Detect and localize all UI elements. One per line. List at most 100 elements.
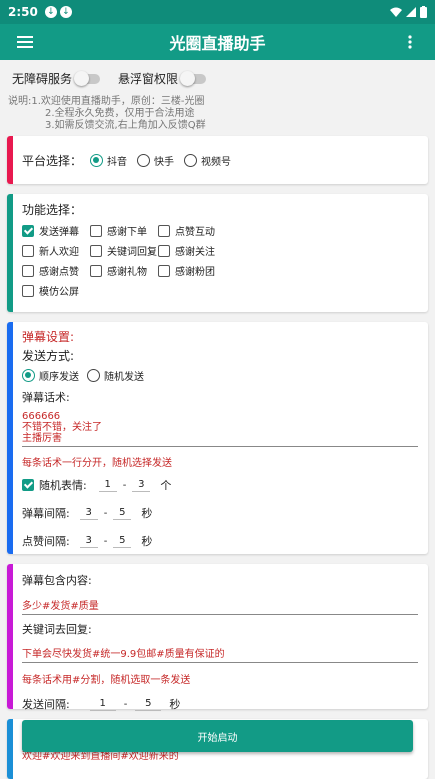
like-max-input[interactable]: 5: [113, 535, 132, 548]
card-accent: [7, 136, 13, 184]
status-time: 2:50: [8, 5, 38, 19]
description-line: 2.全程永久免费，仅用于合法用途: [45, 108, 195, 119]
function-checkbox[interactable]: [158, 264, 170, 277]
function-checkbox[interactable]: [158, 244, 170, 257]
function-checkbox[interactable]: [90, 264, 102, 277]
interval-max-input[interactable]: 5: [113, 507, 132, 520]
card-accent: [7, 194, 13, 312]
hamburger-icon: [17, 36, 33, 48]
start-button[interactable]: 开始启动: [22, 720, 413, 752]
platform-option-kuaishou[interactable]: 快手: [137, 153, 174, 168]
description-line: 3.如需反馈交流,右上角加入反馈Q群: [45, 120, 206, 131]
like-min-input[interactable]: 3: [79, 535, 98, 548]
function-label: 新人欢迎: [39, 247, 79, 258]
wifi-icon: [390, 7, 402, 17]
description: 说明:1.欢迎使用直播助手，原创：三楼-光圈 2.全程永久免费，仅用于合法用途 …: [8, 96, 206, 132]
overflow-menu-button[interactable]: [385, 35, 435, 49]
keyword-card: 弹幕包含内容: 多少#发货#质量 关键词去回复: 下单会尽快发货#统一9.9包邮…: [7, 564, 428, 711]
random-emoji-label: 随机表情:: [39, 479, 87, 492]
keyword-interval-min[interactable]: 1: [89, 698, 116, 711]
function-grid: 发送弹幕 感谢下单 点赞互动新人欢迎 关键词回复 感谢关注感谢点赞 感谢礼物 感谢粉团模仿公…: [22, 223, 428, 298]
function-item[interactable]: 感谢礼物: [90, 263, 158, 278]
emoji-min-input[interactable]: 1: [98, 479, 117, 492]
function-label: 模仿公屏: [39, 287, 79, 298]
function-item[interactable]: 关键词回复: [90, 243, 158, 258]
mode-random[interactable]: 随机发送: [87, 368, 144, 383]
platform-option-shipinhao[interactable]: 视频号: [184, 153, 231, 168]
description-line: 说明:1.欢迎使用直播助手，原创：三楼-光圈: [8, 96, 205, 107]
float-toggle-row: 悬浮窗权限: [118, 70, 207, 87]
float-perm-label: 悬浮窗权限: [118, 72, 179, 86]
function-label: 感谢礼物: [107, 267, 147, 278]
interval-min-input[interactable]: 3: [79, 507, 98, 520]
permissions-row: 无障碍服务 悬浮窗权限: [12, 70, 207, 87]
function-label: 感谢点赞: [39, 267, 79, 278]
status-bar: 2:50 ↓ ↓: [0, 0, 435, 24]
phrases-input[interactable]: 666666 不错不错，关注了 主播厉害: [22, 411, 418, 447]
card-accent: [7, 564, 13, 709]
function-label: 关键词回复: [107, 247, 157, 258]
random-emoji-checkbox[interactable]: [22, 479, 34, 491]
function-item[interactable]: 点赞互动: [158, 223, 238, 238]
danmu-title: 弹幕设置:: [22, 330, 75, 344]
menu-button[interactable]: [0, 36, 50, 48]
keyword-interval-max[interactable]: 5: [135, 698, 162, 711]
signal-icon: [406, 7, 416, 17]
float-perm-switch[interactable]: [180, 70, 207, 86]
like-interval-label: 点赞间隔:: [22, 535, 70, 548]
function-item[interactable]: 感谢关注: [158, 243, 238, 258]
function-row: 模仿公屏: [22, 283, 428, 298]
keyword-interval-label: 发送间隔:: [22, 698, 70, 711]
status-icons: [390, 6, 427, 18]
function-checkbox[interactable]: [22, 224, 34, 237]
function-item[interactable]: 感谢粉团: [158, 263, 238, 278]
function-row: 新人欢迎 关键词回复 感谢关注: [22, 243, 428, 258]
accessibility-toggle-row: 无障碍服务: [12, 70, 101, 87]
emoji-max-input[interactable]: 3: [132, 479, 151, 492]
function-item[interactable]: 感谢下单: [90, 223, 158, 238]
download-icon: ↓: [44, 6, 57, 18]
keyword-hint: 每条话术用#分割，随机选取一条发送: [22, 675, 191, 686]
function-checkbox[interactable]: [22, 244, 34, 257]
function-label: 感谢下单: [107, 227, 147, 238]
function-checkbox[interactable]: [90, 244, 102, 257]
phrases-hint: 每条话术一行分开，随机选择发送: [22, 458, 172, 469]
platform-option-douyin[interactable]: 抖音: [90, 153, 127, 168]
function-row: 感谢点赞 感谢礼物 感谢粉团: [22, 263, 428, 278]
function-label: 点赞互动: [175, 227, 215, 238]
function-label: 感谢关注: [175, 247, 215, 258]
function-item[interactable]: 模仿公屏: [22, 283, 90, 298]
function-checkbox[interactable]: [22, 264, 34, 277]
app-bar: 光圈直播助手: [0, 24, 435, 60]
reply-input[interactable]: 下单会尽快发货#统一9.9包邮#质量有保证的: [22, 645, 418, 663]
accessibility-label: 无障碍服务: [12, 72, 73, 86]
contains-input[interactable]: 多少#发货#质量: [22, 597, 418, 615]
battery-icon: [420, 6, 427, 18]
card-accent: [7, 719, 13, 779]
function-checkbox[interactable]: [90, 224, 102, 237]
danmu-card: 弹幕设置: 发送方式: 顺序发送 随机发送 弹幕话术: 666666 不错不错，…: [7, 322, 428, 554]
function-item[interactable]: 发送弹幕: [22, 223, 90, 238]
reply-label: 关键词去回复:: [22, 623, 92, 636]
function-item[interactable]: 感谢点赞: [22, 263, 90, 278]
mode-sequential[interactable]: 顺序发送: [22, 368, 79, 383]
function-label: 功能选择：: [22, 203, 83, 217]
app-title: 光圈直播助手: [169, 34, 266, 53]
function-card: 功能选择： 发送弹幕 感谢下单 点赞互动 新人欢迎 关键词回复 感谢关注 感谢点赞 感谢礼物感…: [7, 194, 428, 312]
send-mode-label: 发送方式:: [22, 349, 75, 363]
function-checkbox[interactable]: [22, 284, 34, 297]
platform-card: 平台选择： 抖音 快手 视频号: [7, 136, 428, 184]
function-row: 发送弹幕 感谢下单 点赞互动: [22, 223, 428, 238]
function-label: 感谢粉团: [175, 267, 215, 278]
accessibility-switch[interactable]: [74, 70, 101, 86]
contains-label: 弹幕包含内容:: [22, 574, 92, 587]
download-icon-2: ↓: [59, 6, 72, 18]
phrases-label: 弹幕话术:: [22, 391, 70, 404]
platform-label: 平台选择：: [22, 153, 83, 168]
interval-label: 弹幕间隔:: [22, 507, 70, 520]
function-label: 发送弹幕: [39, 227, 79, 238]
function-item[interactable]: 新人欢迎: [22, 243, 90, 258]
more-vert-icon: [408, 35, 412, 49]
function-checkbox[interactable]: [158, 224, 170, 237]
card-accent: [7, 322, 13, 554]
